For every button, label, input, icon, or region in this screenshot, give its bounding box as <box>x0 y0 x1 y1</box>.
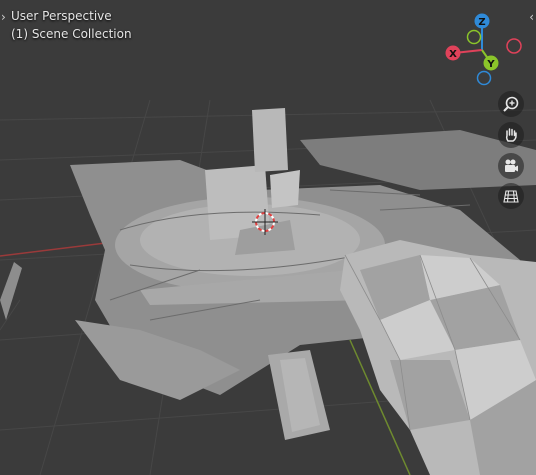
zoom-button[interactable] <box>498 91 524 117</box>
grid-icon <box>503 190 519 203</box>
z-axis-handle[interactable]: Z <box>474 13 490 29</box>
pan-button[interactable] <box>498 122 524 148</box>
zoom-in-icon <box>503 96 519 112</box>
svg-text:X: X <box>449 49 457 60</box>
camera-icon <box>505 159 518 172</box>
neg-x-axis-handle[interactable] <box>506 38 522 54</box>
camera-view-button[interactable] <box>498 153 524 179</box>
svg-text:Y: Y <box>486 59 495 70</box>
x-axis-handle[interactable]: X <box>445 45 461 61</box>
3d-viewport[interactable]: › ‹ User Perspective (1) Scene Collectio… <box>0 0 536 475</box>
ortho-toggle-button[interactable] <box>498 183 524 209</box>
neg-y-axis-handle[interactable] <box>466 29 482 45</box>
y-axis-handle[interactable]: Y <box>483 55 499 71</box>
neg-z-axis-handle[interactable] <box>476 70 492 86</box>
navigation-gizmo[interactable]: Z X Y <box>440 10 530 90</box>
hand-icon <box>505 128 517 142</box>
scene-collection-label: (1) Scene Collection <box>11 27 132 41</box>
svg-text:Z: Z <box>478 17 485 28</box>
viewport-title: User Perspective <box>11 9 112 23</box>
toolbar-expand-arrow[interactable]: › <box>1 10 6 24</box>
